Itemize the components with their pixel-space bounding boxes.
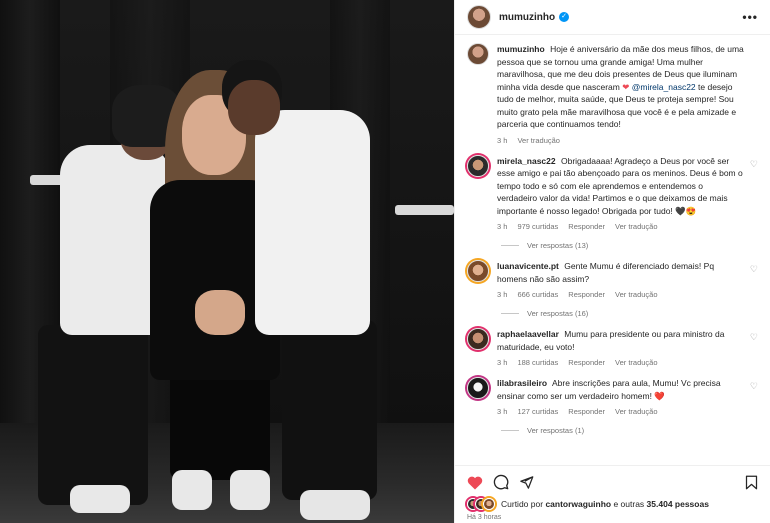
translate-link[interactable]: Ver tradução	[615, 290, 658, 299]
commenter-avatar[interactable]	[467, 328, 489, 350]
commenter-username[interactable]: luanavicente.pt	[497, 261, 559, 271]
reply-button[interactable]: Responder	[568, 407, 605, 416]
comment-time: 3 h	[497, 290, 508, 299]
verified-icon: ✓	[559, 12, 570, 22]
comment-item: raphaelaavellar Mumu para presidente ou …	[467, 328, 758, 367]
post-modal: mumuzinho ✓ ••• mumuzinho Hoje é anivers…	[0, 0, 770, 523]
comment-like-heart-icon[interactable]: ♡	[750, 332, 758, 343]
liked-prefix: Curtido por	[501, 499, 544, 509]
commenter-avatar[interactable]	[467, 154, 489, 177]
posted-time: Há 3 horas	[467, 514, 502, 521]
comment-likes[interactable]: 979 curtidas	[517, 222, 558, 231]
comment-item: lilabrasileiro Abre inscrições para aula…	[467, 377, 758, 416]
commenter-avatar[interactable]	[467, 260, 489, 282]
post-actions: Curtido por cantorwaguinho e outras 35.4…	[455, 465, 770, 523]
save-bookmark-icon[interactable]	[745, 475, 758, 490]
comment-like-heart-icon[interactable]: ♡	[750, 381, 758, 392]
liked-middle: e outras	[613, 499, 645, 509]
view-replies-label: Ver respostas (1)	[527, 426, 585, 435]
share-icon[interactable]	[519, 475, 534, 490]
view-replies-button[interactable]: Ver respostas (1)	[501, 426, 758, 435]
reply-button[interactable]: Responder	[568, 222, 605, 231]
door-handle-right	[395, 205, 454, 215]
translate-link[interactable]: Ver tradução	[615, 358, 658, 367]
commenter-username[interactable]: mirela_nasc22	[497, 156, 556, 166]
caption-time: 3 h	[497, 135, 508, 145]
caption-translate-link[interactable]: Ver tradução	[517, 136, 560, 145]
like-heart-icon[interactable]	[467, 475, 483, 490]
comment-like-heart-icon[interactable]: ♡	[750, 264, 758, 275]
likes-summary[interactable]: Curtido por cantorwaguinho e outras 35.4…	[467, 498, 758, 510]
comment-time: 3 h	[497, 358, 508, 367]
comments-list[interactable]: mumuzinho Hoje é aniversário da mãe dos …	[455, 35, 770, 465]
caption-mention[interactable]: @mirela_nasc22	[632, 82, 696, 92]
caption-avatar[interactable]	[467, 43, 489, 65]
view-replies-label: Ver respostas (13)	[527, 241, 589, 250]
view-replies-button[interactable]: Ver respostas (13)	[501, 241, 758, 250]
caption-username[interactable]: mumuzinho	[497, 44, 545, 54]
commenter-avatar[interactable]	[467, 377, 489, 399]
post-photo	[0, 0, 454, 523]
comment-likes[interactable]: 666 curtidas	[517, 290, 558, 299]
reply-button[interactable]: Responder	[568, 358, 605, 367]
liked-user[interactable]: cantorwaguinho	[545, 499, 611, 509]
view-replies-label: Ver respostas (16)	[527, 309, 589, 318]
comment-icon[interactable]	[493, 474, 509, 490]
author-avatar[interactable]	[467, 5, 491, 29]
comment-like-heart-icon[interactable]: ♡	[750, 159, 758, 170]
liked-count[interactable]: 35.404 pessoas	[647, 499, 709, 509]
post-side-panel: mumuzinho ✓ ••• mumuzinho Hoje é anivers…	[454, 0, 770, 523]
commenter-username[interactable]: lilabrasileiro	[497, 378, 547, 388]
comment-likes[interactable]: 188 curtidas	[517, 358, 558, 367]
comment-time: 3 h	[497, 222, 508, 231]
liker-avatars	[467, 498, 495, 510]
reply-button[interactable]: Responder	[568, 290, 605, 299]
translate-link[interactable]: Ver tradução	[615, 407, 658, 416]
comment-item: mirela_nasc22 Obrigadaaaa! Agradeço a De…	[467, 154, 758, 231]
caption: mumuzinho Hoje é aniversário da mãe dos …	[467, 43, 758, 145]
commenter-username[interactable]: raphaelaavellar	[497, 329, 559, 339]
comment-item: luanavicente.pt Gente Mumu é diferenciad…	[467, 260, 758, 299]
more-options-icon[interactable]: •••	[742, 10, 758, 24]
heart-emoji-icon: ❤	[622, 81, 630, 92]
comment-time: 3 h	[497, 407, 508, 416]
post-header: mumuzinho ✓ •••	[455, 0, 770, 35]
comment-likes[interactable]: 127 curtidas	[517, 407, 558, 416]
translate-link[interactable]: Ver tradução	[615, 222, 658, 231]
author-username[interactable]: mumuzinho	[499, 12, 555, 23]
view-replies-button[interactable]: Ver respostas (16)	[501, 309, 758, 318]
